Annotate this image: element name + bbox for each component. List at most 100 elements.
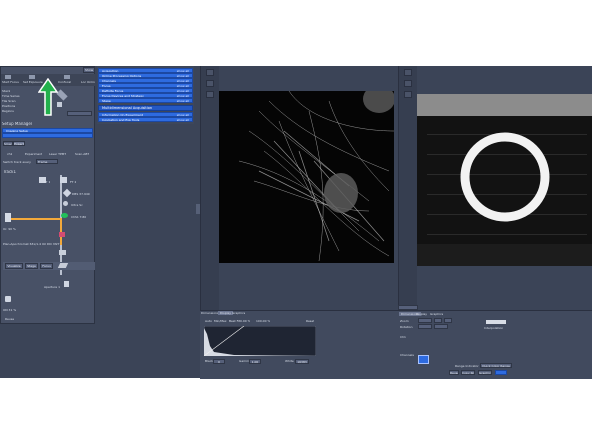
reuse-button[interactable]: Reuse [449,370,459,375]
black-label: Black [205,359,214,363]
filter-label-2: FT 2 [70,180,77,184]
copy-roi-button[interactable]: Copy Roi [461,370,475,375]
visualize-button[interactable]: Visualize [5,263,23,269]
objective-icon[interactable] [59,250,66,255]
tab-expert[interactable]: Expert [13,141,25,146]
set-exposure-icon [29,75,35,79]
display-footer-row: Black 0 Gamma 1.00 White 16383 [203,359,398,365]
display-header-row: Auto Min/Max Best Fit 0.00 % 100.00 % Re… [203,318,398,324]
multidimensional-acquisition-header[interactable]: Multidimensional Acquisition [98,105,193,111]
filter-label-1: FT 1 [44,180,51,184]
tab-laser[interactable]: Laser TPMT [49,152,66,156]
tool-row-label: Stage [102,99,111,103]
splitter-handle[interactable] [196,204,200,214]
tab-confocal[interactable]: Confocal [58,80,80,84]
tab-graphics[interactable]: Graphics [430,312,443,316]
start-focus-icon [5,75,11,79]
interpolation-checkbox[interactable]: Interpolation [484,326,503,330]
positions-checkbox[interactable]: Positions [2,104,15,108]
quick-color-range-button[interactable]: Quick Color Range [480,363,512,368]
gamma-input[interactable]: 1.00 [249,359,261,364]
switch-track-label: Switch track every [3,160,31,164]
confocal-icon [64,75,70,79]
setup-manager-label: Setup Manager [2,122,33,126]
tile-scan-checkbox[interactable]: Tile Scan [2,99,16,103]
track-label: Track1 [3,170,17,174]
tab-loc-online[interactable]: Loc Online [81,80,95,84]
best-fit-button[interactable]: Best Fit [229,319,240,323]
laser-source-icon[interactable] [5,213,11,222]
range-indicator-checkbox[interactable]: Range Indicator [455,364,479,368]
reuse-label[interactable]: Reuse [5,317,14,321]
view-2d-icon[interactable] [206,69,214,76]
start-experiment-button[interactable] [67,111,92,116]
laser-beam-line [10,218,62,220]
histogram-plot[interactable] [204,326,316,356]
reset-button[interactable]: Reset [306,319,314,323]
tab-dimensions[interactable]: Dimensions [201,311,219,315]
sample-icon [57,263,69,268]
min-max-button[interactable]: Min/Max [214,319,227,323]
objective-label: Plan-Apochromat 63x/1.4 Oil DIC M27 [3,242,60,246]
zoom-fit-button[interactable] [444,318,452,323]
tab-display[interactable]: Display [416,312,427,316]
panel-collapse-button[interactable] [398,305,418,310]
stack-checkbox[interactable]: Stack [2,89,10,93]
min-percent-input[interactable]: 0.00 % [240,319,250,323]
white-input[interactable]: 16383 [295,359,309,364]
view-split-icon[interactable] [206,80,214,87]
stage-button[interactable]: Stage [25,263,38,269]
view-gallery-icon[interactable] [404,91,412,98]
microscopy-image-tubulin[interactable] [219,91,394,263]
rotation-label: Rotation [400,325,413,329]
switch-track-select[interactable]: Frame [36,159,58,164]
zoom-input[interactable] [418,318,432,323]
aperture-label: Aperture 1 [44,285,60,289]
tab-ch1[interactable]: ch1 [7,152,12,156]
max-percent-input[interactable]: 100.00 % [256,319,270,323]
microscopy-image-ring[interactable] [417,94,592,266]
tool-row-stage[interactable]: Stage show all [98,98,193,103]
time-series-checkbox[interactable]: Time Series [2,94,20,98]
tool-row-tag[interactable]: show all [177,118,189,121]
white-label: White [285,359,294,363]
rotation-input[interactable] [418,324,432,329]
black-input[interactable]: 0 [213,359,225,364]
view-gallery-icon[interactable] [206,91,214,98]
laser-power-label: Or. 90 % [3,227,16,231]
center-tabs: Dimensions Display Graphics [200,310,280,316]
right-tabs: Dimensions Display Graphics [398,311,458,317]
up-arrow-icon [38,78,58,116]
tab-experiment[interactable]: Experiment [25,152,42,156]
channel-tabs: ch1 Experiment Laser TPMT Scan-ABT [3,152,93,158]
filter-icon-2[interactable] [60,177,67,183]
view-toolbar-right [398,66,417,310]
tab-graphics[interactable]: Graphics [232,311,245,315]
view-2d-icon[interactable] [404,69,412,76]
tab-display[interactable]: Display [218,311,234,315]
zoom-slider[interactable] [486,320,506,324]
image-button[interactable] [495,370,507,375]
laser-line-icon[interactable] [59,232,65,237]
stage-toolbar: Visualize Stage Focus [3,262,95,270]
tab-scan[interactable]: Scan-ABT [75,152,89,156]
zoom-dropdown[interactable] [434,318,442,323]
show-button[interactable]: Show [83,67,95,73]
view-split-icon[interactable] [404,80,412,87]
regions-checkbox[interactable]: Regions [2,109,14,113]
tool-row-incubation[interactable]: Incubation and Exp Tools show all [98,117,193,122]
detector-green-icon[interactable] [61,213,68,218]
detector-icon[interactable] [5,296,11,302]
tab-start-focus[interactable]: Start Focus [2,80,22,84]
rotation-dropdown[interactable] [434,324,448,329]
filter-label-4: Ultra Sc [71,203,83,207]
ultra-icon[interactable] [63,201,68,206]
channel-color-button[interactable] [418,355,429,364]
focus-button[interactable]: Focus [40,263,53,269]
graphics-button[interactable]: Graphics [478,370,492,375]
tool-row-tag[interactable]: show all [177,99,189,102]
aperture-icon[interactable] [64,281,69,287]
light-path-header[interactable] [2,133,93,138]
tab-smart[interactable]: Smart [3,141,13,146]
auto-checkbox[interactable]: Auto [205,319,212,323]
